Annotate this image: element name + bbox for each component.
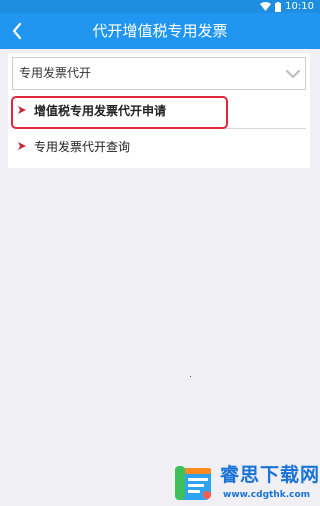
chevron-down-icon: [285, 69, 301, 79]
highlight-box: [11, 96, 228, 129]
chevron-left-icon: [12, 22, 22, 40]
back-button[interactable]: [4, 18, 30, 44]
watermark-url: www.cdgthk.com: [223, 490, 311, 500]
page-title: 代开增值税专用发票: [92, 22, 228, 40]
status-bar: 10:10: [0, 0, 320, 13]
title-bar: 代开增值税专用发票: [0, 13, 320, 49]
watermark-title: 睿思下载网: [220, 464, 320, 486]
status-icons: 10:10: [260, 0, 314, 13]
status-time: 10:10: [285, 1, 314, 12]
watermark: 睿思下载网 www.cdgthk.com: [175, 462, 320, 506]
select-value: 专用发票代开: [19, 66, 92, 80]
menu-item-label: 专用发票代开查询: [34, 140, 131, 154]
invoice-type-select[interactable]: 专用发票代开: [12, 57, 306, 90]
wifi-icon: [260, 2, 272, 11]
battery-icon: [275, 1, 282, 12]
arrow-right-icon: [18, 142, 26, 150]
stray-dot: [190, 376, 191, 377]
menu-item-query[interactable]: 专用发票代开查询: [12, 135, 298, 159]
watermark-logo-icon: [175, 466, 211, 500]
